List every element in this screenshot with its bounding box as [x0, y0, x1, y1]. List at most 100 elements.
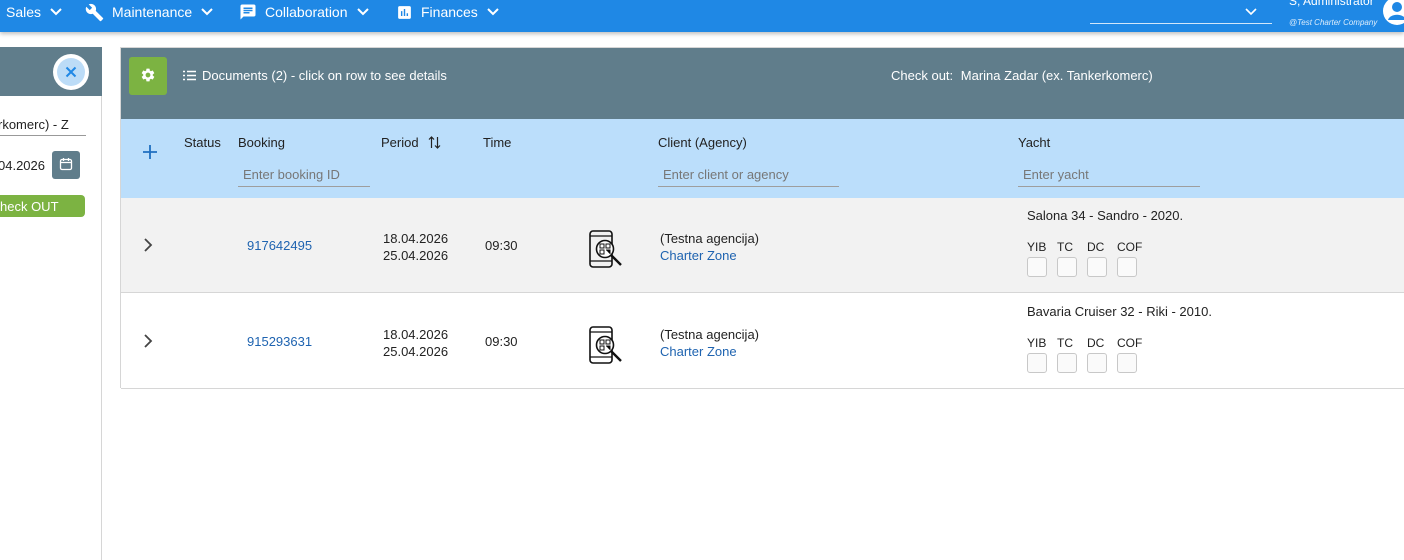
calendar-icon — [59, 157, 73, 174]
period-end: 25.04.2026 — [383, 248, 449, 263]
check-out-label: Check out: — [891, 68, 954, 83]
check-out-button[interactable]: heck OUT — [0, 195, 85, 217]
column-header-time: Time — [483, 135, 512, 150]
doc-check-dc: DC — [1087, 336, 1107, 373]
plus-icon — [142, 144, 158, 163]
doc-checkbox[interactable] — [1087, 257, 1107, 277]
add-button[interactable] — [140, 141, 160, 165]
column-header-period[interactable]: Period — [381, 135, 441, 152]
client-name: (Testna agencija) — [660, 327, 759, 342]
column-header-client: Client (Agency) — [658, 135, 747, 150]
column-header-status: Status — [184, 135, 221, 150]
client-name: (Testna agencija) — [660, 231, 759, 246]
doc-checkbox[interactable] — [1027, 257, 1047, 277]
table-row[interactable]: 917642495 18.04.2026 25.04.2026 09:30 (T… — [121, 198, 1404, 293]
doc-label: COF — [1117, 336, 1143, 350]
doc-label: YIB — [1027, 240, 1047, 254]
client-cell: (Testna agencija) Charter Zone — [660, 326, 759, 360]
settings-button[interactable] — [129, 57, 167, 95]
close-panel-button[interactable] — [53, 54, 89, 90]
nav-item-collaboration[interactable]: Collaboration — [239, 0, 370, 24]
documents-title: Documents (2) - click on row to see deta… — [183, 68, 447, 83]
period: 18.04.2026 25.04.2026 — [383, 326, 448, 360]
booking-id-link[interactable]: 915293631 — [247, 334, 312, 349]
chevron-down-icon — [200, 7, 214, 17]
chevron-right-icon — [143, 237, 153, 256]
list-icon — [183, 70, 196, 81]
period: 18.04.2026 25.04.2026 — [383, 230, 448, 264]
chevron-down-icon — [1244, 4, 1258, 20]
left-panel-header — [0, 47, 102, 96]
table-row[interactable]: 915293631 18.04.2026 25.04.2026 09:30 (T… — [121, 294, 1404, 389]
doc-checkbox[interactable] — [1057, 353, 1077, 373]
agency-link[interactable]: Charter Zone — [660, 247, 759, 264]
client-cell: (Testna agencija) Charter Zone — [660, 230, 759, 264]
user-name: S, Administrator — [1289, 0, 1374, 8]
user-avatar-icon[interactable] — [1382, 0, 1404, 26]
gear-icon — [140, 67, 156, 86]
nav-item-label: Finances — [421, 4, 478, 20]
booking-id-filter-input[interactable] — [238, 163, 370, 187]
calendar-button[interactable] — [52, 151, 80, 179]
expand-row-button[interactable] — [143, 236, 159, 256]
doc-check-cof: COF — [1117, 240, 1142, 277]
yacht-filter-input[interactable] — [1018, 163, 1200, 187]
nav-item-finances[interactable]: Finances — [396, 0, 500, 24]
agency-link[interactable]: Charter Zone — [660, 343, 759, 360]
check-out-value: Marina Zadar (ex. Tankerkomerc) — [960, 68, 1153, 83]
top-dropdown-select[interactable] — [1090, 0, 1272, 24]
column-header-booking: Booking — [238, 135, 285, 150]
nav-item-label: Collaboration — [265, 4, 348, 20]
nav-item-sales[interactable]: Sales — [6, 0, 63, 24]
bar-chart-icon — [396, 4, 413, 21]
chevron-down-icon — [356, 7, 370, 17]
qr-scan-icon[interactable] — [587, 228, 627, 272]
wrench-icon — [85, 3, 104, 22]
doc-check-dc: DC — [1087, 240, 1107, 277]
doc-check-tc: TC — [1057, 240, 1077, 277]
client-filter-input[interactable] — [658, 163, 839, 187]
check-out-location: Check out: Marina Zadar (ex. Tankerkomer… — [891, 68, 1153, 83]
time: 09:30 — [485, 334, 518, 349]
doc-checkbox[interactable] — [1117, 257, 1137, 277]
close-icon — [57, 58, 85, 86]
left-filter-panel: rkomerc) - Z 04.2026 heck OUT — [0, 47, 102, 560]
doc-check-yib: YIB — [1027, 240, 1047, 277]
doc-checkbox[interactable] — [1117, 353, 1137, 373]
doc-label: DC — [1087, 240, 1105, 254]
doc-label: TC — [1057, 336, 1073, 350]
period-start: 18.04.2026 — [383, 327, 449, 342]
documents-panel: Documents (2) - click on row to see deta… — [120, 47, 1404, 389]
chat-icon — [239, 3, 257, 21]
sort-icon[interactable] — [428, 135, 441, 152]
doc-check-cof: COF — [1117, 336, 1142, 373]
qr-scan-icon[interactable] — [587, 324, 627, 368]
chevron-right-icon — [143, 333, 153, 352]
doc-label: YIB — [1027, 336, 1047, 350]
expand-row-button[interactable] — [143, 332, 159, 352]
booking-id-link[interactable]: 917642495 — [247, 238, 312, 253]
doc-label: TC — [1057, 240, 1073, 254]
period-end: 25.04.2026 — [383, 344, 449, 359]
doc-label: DC — [1087, 336, 1105, 350]
nav-item-maintenance[interactable]: Maintenance — [85, 0, 214, 24]
documents-title-text: Documents (2) - click on row to see deta… — [202, 68, 447, 83]
yacht-name: Bavaria Cruiser 32 - Riki - 2010. — [1027, 304, 1212, 319]
doc-label: COF — [1117, 240, 1143, 254]
yacht-name: Salona 34 - Sandro - 2020. — [1027, 208, 1184, 223]
doc-checkbox[interactable] — [1027, 353, 1047, 373]
table-header-filters: Status Booking Period Time Client (Agenc… — [121, 119, 1404, 198]
column-header-period-label: Period — [381, 135, 419, 150]
doc-check-yib: YIB — [1027, 336, 1047, 373]
chevron-down-icon — [49, 7, 63, 17]
time: 09:30 — [485, 238, 518, 253]
doc-checkbox[interactable] — [1057, 257, 1077, 277]
doc-check-tc: TC — [1057, 336, 1077, 373]
nav-item-label: Sales — [6, 4, 42, 20]
location-select[interactable]: rkomerc) - Z — [0, 117, 86, 136]
period-start: 18.04.2026 — [383, 231, 449, 246]
doc-checkbox[interactable] — [1087, 353, 1107, 373]
documents-header: Documents (2) - click on row to see deta… — [121, 48, 1404, 119]
date-field[interactable]: 04.2026 — [0, 158, 48, 173]
chevron-down-icon — [486, 7, 500, 17]
